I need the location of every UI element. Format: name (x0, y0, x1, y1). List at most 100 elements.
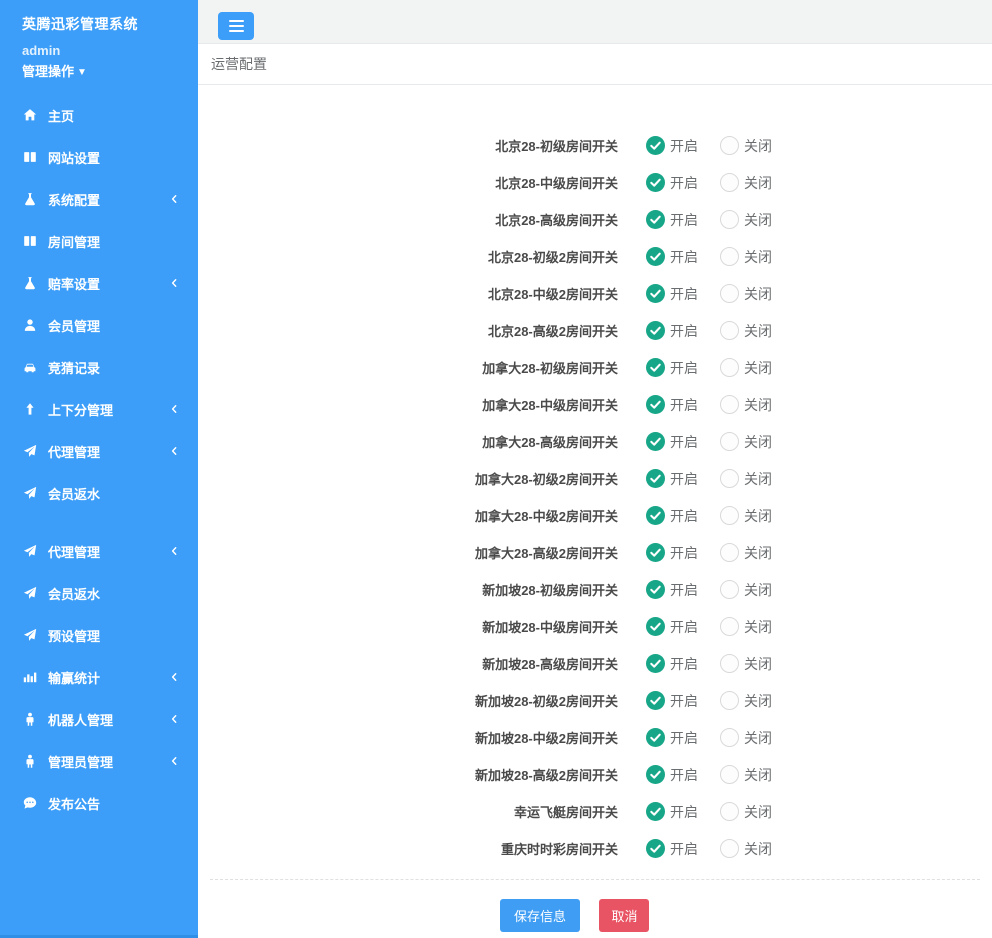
radio-option-off[interactable]: 关闭 (720, 691, 772, 711)
radio-option-off[interactable]: 关闭 (720, 210, 772, 230)
switch-label: 北京28-初级房间开关 (198, 136, 618, 155)
sidebar-item-person[interactable]: 机器人管理 (0, 698, 198, 740)
radio-off-icon (720, 654, 739, 673)
radio-option-off[interactable]: 关闭 (720, 543, 772, 563)
radio-off-icon (720, 321, 739, 340)
radio-group: 开启 关闭 (646, 728, 772, 748)
chevron-left-icon (168, 277, 180, 289)
radio-option-on[interactable]: 开启 (646, 617, 698, 637)
form-row: 新加坡28-初级2房间开关 开启 关闭 (198, 682, 992, 719)
radio-option-on[interactable]: 开启 (646, 173, 698, 193)
radio-option-on[interactable]: 开启 (646, 358, 698, 378)
radio-option-off[interactable]: 关闭 (720, 358, 772, 378)
sidebar-toggle-button[interactable] (218, 12, 254, 40)
sidebar-item-columns[interactable]: 房间管理 (0, 220, 198, 262)
radio-option-on[interactable]: 开启 (646, 469, 698, 489)
switch-label: 重庆时时彩房间开关 (198, 839, 618, 858)
form-row: 重庆时时彩房间开关 开启 关闭 (198, 830, 992, 867)
sidebar-item-flask[interactable]: 系统配置 (0, 178, 198, 220)
radio-off-icon (720, 691, 739, 710)
radio-option-on[interactable]: 开启 (646, 802, 698, 822)
radio-on-check-icon (646, 432, 665, 451)
radio-option-on[interactable]: 开启 (646, 543, 698, 563)
radio-option-off[interactable]: 关闭 (720, 321, 772, 341)
radio-option-on[interactable]: 开启 (646, 506, 698, 526)
save-button[interactable]: 保存信息 (500, 899, 580, 932)
sidebar-item-paper-plane[interactable]: 会员返水 (0, 472, 198, 514)
form-row: 加拿大28-初级2房间开关 开启 关闭 (198, 460, 992, 497)
sidebar-item-paper-plane[interactable]: 代理管理 (0, 530, 198, 572)
radio-off-icon (720, 839, 739, 858)
sidebar-item-home[interactable]: 主页 (0, 94, 198, 136)
radio-option-on[interactable]: 开启 (646, 654, 698, 674)
radio-option-off[interactable]: 关闭 (720, 136, 772, 156)
sidebar-item-arrow-up[interactable]: 上下分管理 (0, 388, 198, 430)
switch-label: 幸运飞艇房间开关 (198, 802, 618, 821)
radio-option-on[interactable]: 开启 (646, 580, 698, 600)
radio-option-off[interactable]: 关闭 (720, 432, 772, 452)
radio-option-off[interactable]: 关闭 (720, 284, 772, 304)
sidebar-item-car[interactable]: 竞猜记录 (0, 346, 198, 388)
radio-option-on[interactable]: 开启 (646, 839, 698, 859)
radio-off-icon (720, 395, 739, 414)
radio-option-off[interactable]: 关闭 (720, 765, 772, 785)
radio-option-on[interactable]: 开启 (646, 765, 698, 785)
radio-option-on[interactable]: 开启 (646, 284, 698, 304)
sidebar-item-user[interactable]: 会员管理 (0, 304, 198, 346)
radio-group: 开启 关闭 (646, 210, 772, 230)
chevron-left-icon (168, 545, 180, 557)
sidebar-item-person[interactable]: 管理员管理 (0, 740, 198, 782)
switch-label: 加拿大28-初级房间开关 (198, 358, 618, 377)
radio-group: 开启 关闭 (646, 654, 772, 674)
radio-option-on[interactable]: 开启 (646, 210, 698, 230)
radio-option-on[interactable]: 开启 (646, 247, 698, 267)
sidebar-item-label: 代理管理 (48, 542, 100, 561)
radio-option-off[interactable]: 关闭 (720, 469, 772, 489)
radio-option-off[interactable]: 关闭 (720, 247, 772, 267)
radio-on-check-icon (646, 765, 665, 784)
sidebar-item-paper-plane[interactable]: 代理管理 (0, 430, 198, 472)
sidebar-item-label: 代理管理 (48, 442, 100, 461)
sidebar-item-paper-plane[interactable]: 会员返水 (0, 572, 198, 614)
radio-off-icon (720, 284, 739, 303)
user-menu-trigger[interactable]: 管理操作▼ (22, 61, 198, 80)
radio-on-check-icon (646, 358, 665, 377)
form-row: 加拿大28-初级房间开关 开启 关闭 (198, 349, 992, 386)
radio-option-off[interactable]: 关闭 (720, 839, 772, 859)
radio-on-check-icon (646, 617, 665, 636)
sidebar-item-comment[interactable]: 发布公告 (0, 782, 198, 824)
sidebar-item-bar-chart[interactable]: 输赢统计 (0, 656, 198, 698)
sidebar-item-label: 网站设置 (48, 148, 100, 167)
radio-group: 开启 关闭 (646, 617, 772, 637)
app-title: 英腾迅彩管理系统 (22, 14, 198, 34)
form-row: 加拿大28-高级2房间开关 开启 关闭 (198, 534, 992, 571)
radio-option-off[interactable]: 关闭 (720, 617, 772, 637)
chevron-left-icon (168, 755, 180, 767)
radio-option-off[interactable]: 关闭 (720, 395, 772, 415)
radio-option-on[interactable]: 开启 (646, 321, 698, 341)
radio-on-check-icon (646, 506, 665, 525)
cancel-button[interactable]: 取消 (599, 899, 649, 932)
sidebar-item-label: 上下分管理 (48, 400, 113, 419)
sidebar-item-paper-plane[interactable]: 预设管理 (0, 614, 198, 656)
radio-option-off[interactable]: 关闭 (720, 802, 772, 822)
radio-on-check-icon (646, 543, 665, 562)
radio-option-off[interactable]: 关闭 (720, 728, 772, 748)
radio-option-off[interactable]: 关闭 (720, 580, 772, 600)
radio-option-on[interactable]: 开启 (646, 432, 698, 452)
sidebar-item-flask[interactable]: 赔率设置 (0, 262, 198, 304)
sidebar-item-label: 系统配置 (48, 190, 100, 209)
radio-group: 开启 关闭 (646, 580, 772, 600)
radio-option-on[interactable]: 开启 (646, 728, 698, 748)
switch-label: 新加坡28-高级2房间开关 (198, 765, 618, 784)
radio-off-icon (720, 358, 739, 377)
radio-option-off[interactable]: 关闭 (720, 506, 772, 526)
radio-option-off[interactable]: 关闭 (720, 654, 772, 674)
sidebar-item-columns[interactable]: 网站设置 (0, 136, 198, 178)
form-row: 加拿大28-高级房间开关 开启 关闭 (198, 423, 992, 460)
user-icon (22, 318, 37, 333)
radio-option-on[interactable]: 开启 (646, 136, 698, 156)
radio-option-on[interactable]: 开启 (646, 691, 698, 711)
radio-option-off[interactable]: 关闭 (720, 173, 772, 193)
radio-option-on[interactable]: 开启 (646, 395, 698, 415)
